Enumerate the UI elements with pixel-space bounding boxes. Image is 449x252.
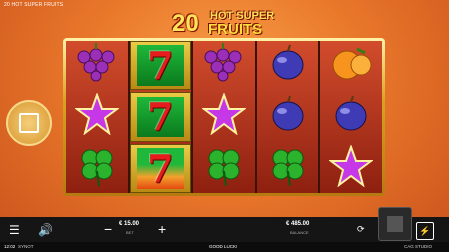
star-icon xyxy=(200,92,247,140)
symbol-clover xyxy=(257,144,319,193)
bet-decrease-button[interactable]: − xyxy=(104,221,112,237)
reels-grid: 7 7 7 xyxy=(66,41,382,193)
grapes-icon xyxy=(201,43,247,88)
sound-icon[interactable]: 🔊 xyxy=(38,223,53,237)
square-icon xyxy=(19,113,39,133)
studio-logo: CAG STUDIO xyxy=(404,244,433,249)
seven-icon: 7 xyxy=(147,145,174,191)
balance-value: € 485.00 xyxy=(286,221,310,227)
symbol-orange xyxy=(320,41,382,90)
bet-increase-button[interactable]: + xyxy=(158,221,166,237)
symbol-seven: 7 xyxy=(129,41,192,91)
seven-background: 7 xyxy=(136,94,185,140)
game-title: 20 HOT SUPER FRUITS xyxy=(4,2,64,8)
symbol-plum xyxy=(320,92,382,141)
reel-3 xyxy=(193,41,255,193)
symbol-grapes xyxy=(66,41,128,90)
grapes-icon xyxy=(74,43,120,88)
bet-label: BET xyxy=(126,230,134,235)
reel-frame: 7 7 7 xyxy=(63,38,385,196)
logo-fruits: FRUITS xyxy=(208,21,263,38)
seven-icon: 7 xyxy=(147,43,174,89)
symbol-star xyxy=(320,143,382,193)
star-icon xyxy=(328,143,375,192)
seven-icon: 7 xyxy=(147,94,174,140)
clover-icon xyxy=(202,145,246,192)
status-message: GOOD LUCK! xyxy=(209,244,238,249)
reel-4 xyxy=(256,41,319,193)
symbol-grapes xyxy=(193,41,255,90)
symbol-plum xyxy=(257,92,319,141)
reel-5 xyxy=(320,41,382,193)
side-menu-button[interactable] xyxy=(6,100,52,146)
autoplay-icon[interactable]: ⟳ xyxy=(357,224,365,235)
star-icon xyxy=(73,92,120,140)
plum-icon xyxy=(331,94,371,139)
game-logo: 20 HOT SUPER FRUITS xyxy=(170,8,280,38)
symbol-plum xyxy=(257,41,319,90)
plum-icon xyxy=(268,94,308,139)
turbo-button[interactable]: ⚡ xyxy=(416,222,434,240)
plum-icon xyxy=(268,43,308,88)
symbol-seven: 7 xyxy=(129,92,192,142)
reel-1 xyxy=(66,41,128,193)
logo-number: 20 xyxy=(172,10,199,37)
symbol-star xyxy=(66,92,128,141)
symbol-clover xyxy=(193,144,255,193)
clover-icon xyxy=(75,145,119,192)
reel-2: 7 7 7 xyxy=(129,41,192,193)
clock: 12:02 xyxy=(4,244,16,249)
symbol-star xyxy=(193,92,255,141)
spin-button[interactable] xyxy=(378,207,412,241)
seven-background: 7 xyxy=(136,43,185,89)
clover-icon xyxy=(266,145,310,192)
seven-background: 7 xyxy=(136,145,185,191)
balance-label: BALANCE xyxy=(290,230,309,235)
symbol-seven: 7 xyxy=(129,143,192,193)
footer-bar: 12:02 SYNOT GOOD LUCK! CAG STUDIO xyxy=(0,242,449,252)
orange-icon xyxy=(329,43,373,88)
spin-core-icon xyxy=(387,216,403,232)
bet-value: € 15.00 xyxy=(119,221,140,227)
menu-icon[interactable]: ☰ xyxy=(9,224,21,236)
symbol-clover xyxy=(66,144,128,193)
brand-logo: SYNOT xyxy=(18,244,34,249)
